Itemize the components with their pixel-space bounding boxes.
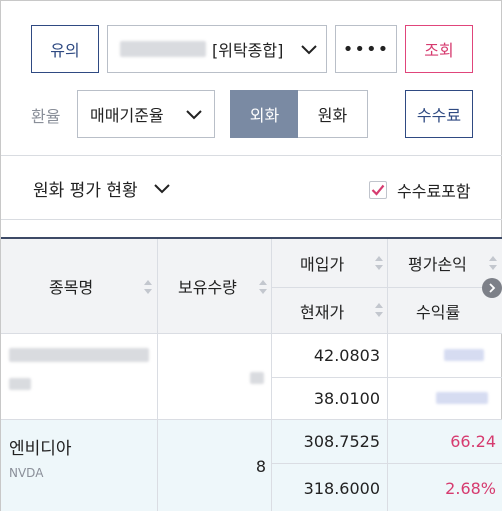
header-buy-price[interactable]: 매입가: [272, 239, 387, 287]
rate-type-value: 매매기준율: [90, 106, 164, 125]
divider: [1, 155, 502, 156]
toggle-won-currency[interactable]: 원화: [298, 90, 368, 138]
row-1-pnl: [388, 334, 502, 377]
exchange-rate-label: 환율: [31, 107, 61, 126]
masked-ticker: [9, 378, 31, 390]
masked-account-number: [120, 41, 206, 57]
masked-qty: [250, 372, 264, 384]
sort-icon: [375, 256, 383, 270]
row-2-return-rate: 2.68%: [445, 478, 496, 498]
row-1-current-price: 38.0100: [313, 389, 380, 408]
chevron-down-icon: [301, 45, 317, 55]
header-current-price-label: 현재가: [300, 302, 345, 322]
checkbox-box[interactable]: [369, 181, 387, 199]
include-fee-label: 수수료포함: [397, 182, 471, 201]
account-select[interactable]: [위탁종합]: [107, 25, 327, 73]
chevron-right-icon: [489, 283, 496, 293]
header-qty-label: 보유수량: [178, 278, 237, 297]
inquiry-button[interactable]: 조회: [405, 25, 473, 73]
row-1-buy-price: 42.0803: [313, 346, 380, 365]
row-2-current-price: 318.6000: [303, 478, 380, 498]
masked-stock-name: [9, 348, 149, 362]
sort-icon: [259, 280, 267, 294]
header-pnl-label: 평가손익: [408, 255, 467, 274]
header-qty[interactable]: 보유수량: [158, 239, 271, 333]
header-name[interactable]: 종목명: [1, 239, 157, 333]
row-1-return-rate: [388, 378, 502, 419]
checkmark-icon: [371, 184, 385, 196]
table-row-2-name[interactable]: 엔비디아 NVDA: [1, 420, 157, 511]
table-row-1-qty: [158, 334, 271, 419]
holdings-table: 종목명 보유수량 매입가 평가손익 현재가 수익률 42.0803 38.010…: [1, 237, 502, 511]
toggle-won-label: 원화: [317, 106, 348, 125]
notice-button-label: 유의: [50, 41, 80, 60]
valuation-section-toggle[interactable]: 원화 평가 현황: [33, 176, 172, 201]
sort-icon: [144, 280, 152, 294]
toggle-foreign-currency[interactable]: 외화: [230, 90, 299, 138]
rate-type-select[interactable]: 매매기준율: [77, 90, 215, 138]
password-field[interactable]: ••••: [335, 25, 397, 73]
chevron-down-icon: [153, 183, 170, 193]
row-2-pnl: 66.24: [450, 432, 496, 451]
sort-icon: [489, 256, 497, 270]
sort-icon: [375, 303, 383, 317]
account-type-label: [위탁종합]: [212, 41, 284, 60]
toggle-foreign-label: 외화: [249, 106, 280, 125]
row-2-buy-price: 308.7525: [303, 432, 380, 451]
include-fee-checkbox[interactable]: 수수료포함: [369, 178, 471, 202]
section-title: 원화 평가 현황: [33, 181, 138, 201]
masked-pnl: [444, 349, 484, 361]
row-2-ticker: NVDA: [9, 466, 44, 480]
fee-button-label: 수수료: [416, 106, 462, 125]
notice-button[interactable]: 유의: [31, 25, 99, 73]
chevron-down-icon: [186, 110, 202, 120]
screen-frame: 유의 [위탁종합] •••• 조회 환율 매매기준율 외화 원화 수수료 원화 …: [0, 0, 502, 511]
divider: [1, 219, 502, 220]
table-row-1-name[interactable]: [1, 334, 157, 419]
fee-button[interactable]: 수수료: [405, 90, 473, 138]
masked-return-rate: [436, 392, 488, 404]
inquiry-button-label: 조회: [424, 41, 454, 60]
header-return-rate-label: 수익률: [416, 302, 461, 322]
header-current-price[interactable]: 현재가: [272, 288, 387, 333]
row-2-qty: 8: [255, 456, 266, 476]
password-mask: ••••: [342, 38, 390, 60]
header-name-label: 종목명: [49, 278, 94, 297]
row-2-name: 엔비디아: [9, 439, 72, 459]
header-buy-price-label: 매입가: [300, 255, 345, 274]
scroll-right-button[interactable]: [482, 278, 502, 298]
